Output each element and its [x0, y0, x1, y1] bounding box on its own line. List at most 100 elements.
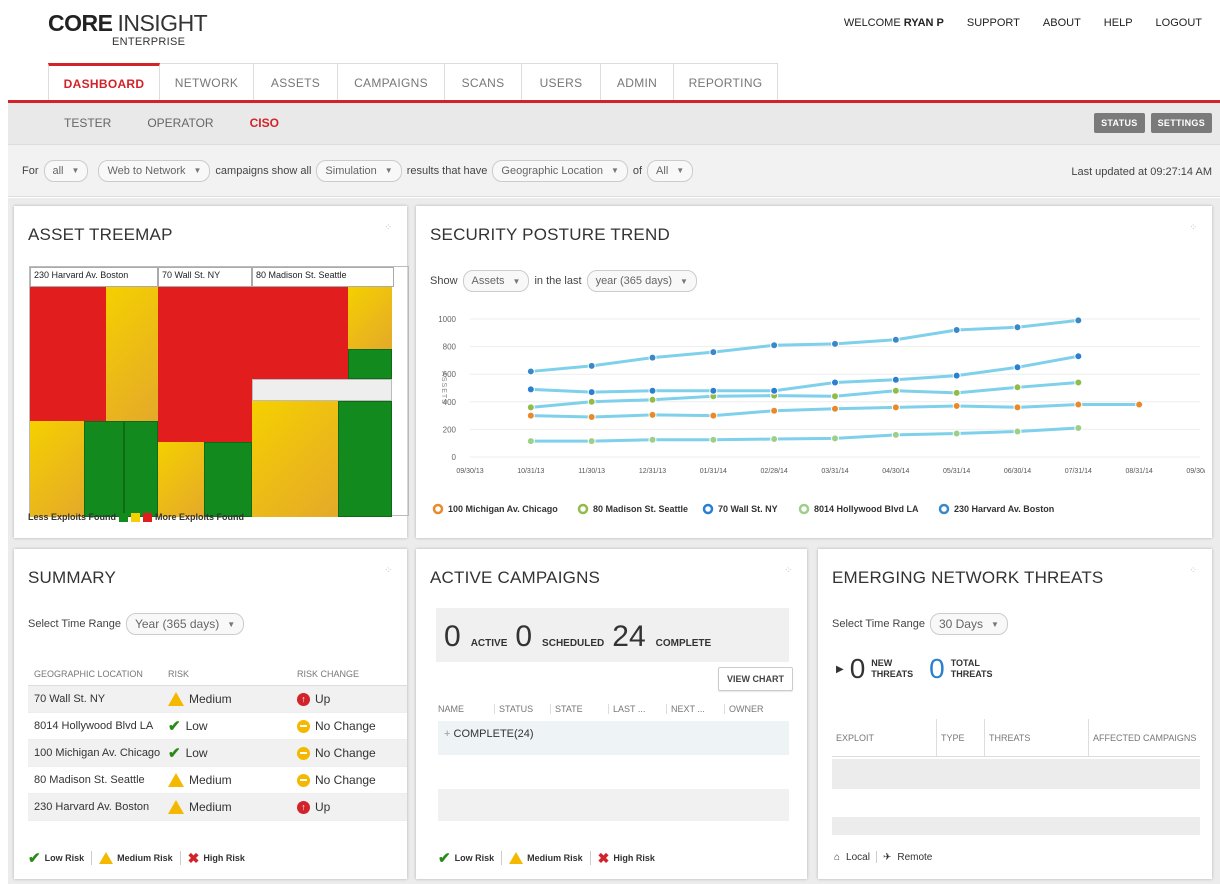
subtab-operator[interactable]: OPERATOR: [147, 116, 213, 130]
data-point[interactable]: [526, 367, 535, 376]
status-button[interactable]: STATUS: [1094, 113, 1145, 133]
help-link[interactable]: HELP: [1104, 17, 1133, 29]
expand-icon[interactable]: ⁘: [384, 223, 393, 232]
data-point[interactable]: [709, 411, 718, 420]
treemap-cell[interactable]: [124, 421, 158, 517]
data-point[interactable]: [770, 406, 779, 415]
about-link[interactable]: ABOUT: [1043, 17, 1081, 29]
subtab-tester[interactable]: TESTER: [64, 116, 111, 130]
expand-icon[interactable]: ⁘: [1189, 566, 1198, 575]
data-point[interactable]: [1074, 316, 1083, 325]
data-point[interactable]: [587, 397, 596, 406]
data-point[interactable]: [526, 385, 535, 394]
data-point[interactable]: [1013, 323, 1022, 332]
settings-button[interactable]: SETTINGS: [1150, 113, 1212, 133]
data-point[interactable]: [587, 412, 596, 421]
data-point[interactable]: [648, 435, 657, 444]
data-point[interactable]: [587, 361, 596, 370]
table-row[interactable]: 70 Wall St. NY Medium ↑ Up: [28, 686, 407, 713]
filter-mode-select[interactable]: Simulation ▼: [316, 159, 402, 182]
filter-value-select[interactable]: All ▼: [647, 159, 694, 182]
subtab-ciso[interactable]: CISO: [250, 116, 279, 130]
tab-users[interactable]: USERS: [522, 63, 601, 101]
data-point[interactable]: [587, 388, 596, 397]
data-point[interactable]: [526, 403, 535, 412]
expand-icon[interactable]: ⁘: [784, 566, 793, 575]
logout-link[interactable]: LOGOUT: [1156, 17, 1202, 29]
filter-scope-select[interactable]: all ▼: [43, 159, 89, 182]
tab-admin[interactable]: ADMIN: [601, 63, 674, 101]
table-row[interactable]: 230 Harvard Av. Boston Medium ↑ Up: [28, 794, 407, 821]
data-point[interactable]: [831, 392, 839, 401]
data-point[interactable]: [891, 335, 900, 344]
data-point[interactable]: [831, 404, 839, 413]
tab-network[interactable]: NETWORK: [160, 63, 254, 101]
data-point[interactable]: [1074, 352, 1083, 361]
tab-assets[interactable]: ASSETS: [254, 63, 338, 101]
treemap-cell[interactable]: [30, 421, 84, 517]
treemap-cell[interactable]: [252, 379, 392, 401]
treemap-cell[interactable]: [106, 287, 158, 421]
treemap[interactable]: 230 Harvard Av. Boston 70 Wall St. NY 80…: [29, 266, 409, 517]
data-point[interactable]: [709, 348, 718, 357]
data-point[interactable]: [648, 386, 657, 395]
data-point[interactable]: [1013, 427, 1022, 436]
data-point[interactable]: [891, 386, 900, 395]
data-point[interactable]: [1074, 378, 1083, 387]
filter-group-select[interactable]: Geographic Location ▼: [492, 159, 628, 182]
data-point[interactable]: [831, 434, 839, 443]
data-point[interactable]: [831, 378, 839, 387]
data-point[interactable]: [709, 386, 718, 395]
treemap-cell[interactable]: [252, 287, 348, 379]
tab-dashboard[interactable]: DASHBOARD: [48, 63, 160, 101]
data-point[interactable]: [1013, 363, 1022, 372]
data-point[interactable]: [1013, 383, 1022, 392]
treemap-cell[interactable]: [252, 401, 338, 517]
data-point[interactable]: [526, 411, 535, 420]
treemap-cell[interactable]: [30, 287, 106, 421]
expand-plus-icon[interactable]: +: [444, 728, 450, 740]
data-point[interactable]: [526, 437, 535, 446]
data-point[interactable]: [1074, 424, 1083, 433]
data-point[interactable]: [891, 403, 900, 412]
data-point[interactable]: [891, 430, 900, 439]
table-row[interactable]: 100 Michigan Av. Chicago ✔ Low No Change: [28, 740, 407, 767]
data-point[interactable]: [831, 339, 839, 348]
campaign-group-row[interactable]: + COMPLETE(24): [438, 721, 789, 755]
treemap-cell[interactable]: [338, 401, 392, 517]
treemap-cell[interactable]: [348, 287, 392, 349]
table-row[interactable]: 8014 Hollywood Blvd LA ✔ Low No Change: [28, 713, 407, 740]
treemap-cell[interactable]: [84, 421, 124, 517]
expand-icon[interactable]: ⁘: [1189, 223, 1198, 232]
expand-icon[interactable]: ⁘: [384, 566, 393, 575]
data-point[interactable]: [648, 410, 657, 419]
trend-range-select[interactable]: year (365 days) ▼: [586, 270, 697, 292]
treemap-cell[interactable]: [204, 442, 252, 517]
tab-campaigns[interactable]: CAMPAIGNS: [338, 63, 445, 101]
play-icon[interactable]: ▶: [836, 664, 844, 675]
summary-range-select[interactable]: Year (365 days) ▼: [125, 613, 245, 635]
support-link[interactable]: SUPPORT: [967, 17, 1020, 29]
data-point[interactable]: [770, 435, 779, 444]
tab-scans[interactable]: SCANS: [445, 63, 522, 101]
data-point[interactable]: [1074, 400, 1083, 409]
data-point[interactable]: [770, 341, 779, 350]
data-point[interactable]: [587, 437, 596, 446]
filter-campaign-type-select[interactable]: Web to Network ▼: [98, 159, 211, 182]
data-point[interactable]: [952, 388, 961, 397]
data-point[interactable]: [1013, 403, 1022, 412]
tab-reporting[interactable]: REPORTING: [674, 63, 778, 101]
data-point[interactable]: [952, 429, 961, 438]
table-row[interactable]: 80 Madison St. Seattle Medium No Change: [28, 767, 407, 794]
treemap-cell[interactable]: [158, 442, 204, 517]
threats-range-select[interactable]: 30 Days ▼: [929, 613, 1008, 635]
data-point[interactable]: [952, 326, 961, 335]
data-point[interactable]: [648, 353, 657, 362]
data-point[interactable]: [952, 371, 961, 380]
trend-line-chart[interactable]: 02004006008001000ASSETS09/30/13 10/31/13 1…: [430, 305, 1205, 535]
data-point[interactable]: [952, 401, 961, 410]
treemap-cell[interactable]: [348, 349, 392, 379]
treemap-cell[interactable]: [158, 287, 252, 442]
data-point[interactable]: [648, 395, 657, 404]
data-point[interactable]: [891, 375, 900, 384]
